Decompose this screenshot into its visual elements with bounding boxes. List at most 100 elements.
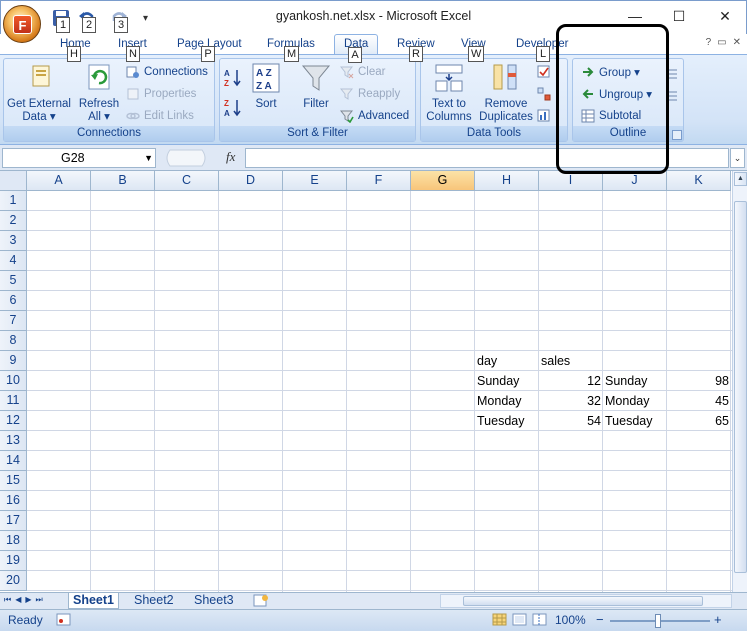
row-header-2[interactable]: 2: [0, 211, 27, 231]
what-if-analysis-button[interactable]: [537, 107, 551, 125]
row-header-8[interactable]: 8: [0, 331, 27, 351]
row-header-5[interactable]: 5: [0, 271, 27, 291]
vertical-scrollbar[interactable]: ▲: [732, 171, 747, 592]
cell-k12[interactable]: 65: [667, 411, 731, 431]
edit-links-button[interactable]: Edit Links: [126, 107, 194, 125]
clear-filter-button[interactable]: Clear: [339, 63, 385, 81]
row-header-1[interactable]: 1: [0, 191, 27, 211]
column-header-i[interactable]: I: [539, 171, 603, 191]
restore-workbook-icon[interactable]: ▭: [717, 37, 726, 48]
remove-duplicates-button[interactable]: Remove Duplicates: [477, 61, 535, 124]
cell-i11[interactable]: 32: [539, 391, 603, 411]
sort-z-to-a-button[interactable]: ZA: [224, 99, 242, 118]
cell-j12[interactable]: Tuesday: [603, 411, 667, 431]
sheet-tab-sheet3[interactable]: Sheet3: [190, 593, 238, 609]
close-button[interactable]: ✕: [711, 5, 739, 27]
row-header-16[interactable]: 16: [0, 491, 27, 511]
filter-button[interactable]: Filter: [296, 61, 336, 111]
row-header-6[interactable]: 6: [0, 291, 27, 311]
properties-button[interactable]: Properties: [126, 85, 196, 103]
connections-button[interactable]: Connections: [126, 63, 208, 81]
prev-sheet-icon[interactable]: ◀: [15, 595, 21, 605]
expand-formula-bar-button[interactable]: ⌄: [730, 148, 745, 168]
cell-h9[interactable]: day: [475, 351, 539, 371]
row-header-17[interactable]: 17: [0, 511, 27, 531]
first-sheet-icon[interactable]: ⏮: [4, 595, 11, 605]
horizontal-scroll-thumb[interactable]: [463, 596, 703, 606]
column-header-j[interactable]: J: [603, 171, 667, 191]
horizontal-scrollbar[interactable]: [440, 594, 732, 608]
data-validation-button[interactable]: [537, 63, 551, 81]
outline-dialog-launcher[interactable]: [672, 130, 682, 140]
last-sheet-icon[interactable]: ⏭: [36, 595, 43, 605]
row-header-3[interactable]: 3: [0, 231, 27, 251]
row-header-15[interactable]: 15: [0, 471, 27, 491]
column-header-a[interactable]: A: [27, 171, 91, 191]
column-header-f[interactable]: F: [347, 171, 411, 191]
cell-h11[interactable]: Monday: [475, 391, 539, 411]
name-box[interactable]: G28 ▼: [2, 148, 156, 168]
page-layout-view-icon[interactable]: [512, 613, 528, 630]
tab-page-layout[interactable]: Page Layout P: [177, 36, 242, 62]
select-all-corner[interactable]: [0, 171, 27, 191]
cell-i10[interactable]: 12: [539, 371, 603, 391]
cell-j11[interactable]: Monday: [603, 391, 667, 411]
tab-formulas[interactable]: Formulas M: [267, 36, 315, 62]
sheet-tab-sheet2[interactable]: Sheet2: [130, 593, 178, 609]
advanced-filter-button[interactable]: Advanced: [339, 107, 409, 125]
column-header-c[interactable]: C: [155, 171, 219, 191]
tab-view[interactable]: View W: [461, 36, 486, 62]
zoom-slider-thumb[interactable]: [655, 614, 661, 628]
refresh-all-button[interactable]: Refresh All ▾: [76, 61, 122, 124]
reapply-button[interactable]: Reapply: [339, 85, 400, 103]
column-header-d[interactable]: D: [219, 171, 283, 191]
cell-i12[interactable]: 54: [539, 411, 603, 431]
tab-review[interactable]: Review R: [397, 36, 435, 62]
tab-developer[interactable]: Developer L: [516, 36, 568, 62]
column-header-b[interactable]: B: [91, 171, 155, 191]
formula-input[interactable]: [245, 148, 729, 168]
row-header-14[interactable]: 14: [0, 451, 27, 471]
sort-a-to-z-button[interactable]: AZ: [224, 69, 242, 88]
row-header-19[interactable]: 19: [0, 551, 27, 571]
macro-record-icon[interactable]: [56, 613, 72, 630]
ungroup-button[interactable]: Ungroup ▾: [581, 85, 652, 103]
tab-home[interactable]: Home H: [60, 36, 91, 62]
group-button[interactable]: Group ▾: [581, 63, 640, 81]
row-header-12[interactable]: 12: [0, 411, 27, 431]
insert-function-button[interactable]: fx: [226, 149, 235, 165]
column-header-h[interactable]: H: [475, 171, 539, 191]
normal-view-icon[interactable]: [492, 613, 508, 630]
maximize-button[interactable]: ☐: [665, 5, 693, 27]
office-button[interactable]: F: [3, 5, 41, 43]
row-header-18[interactable]: 18: [0, 531, 27, 551]
row-header-4[interactable]: 4: [0, 251, 27, 271]
cell-k11[interactable]: 45: [667, 391, 731, 411]
tab-insert[interactable]: Insert N: [118, 36, 147, 62]
tab-data[interactable]: Data A: [334, 34, 379, 63]
minimize-button[interactable]: —: [621, 5, 649, 27]
scroll-up-icon[interactable]: ▲: [734, 172, 747, 186]
subtotal-button[interactable]: Subtotal: [581, 107, 641, 125]
cell-h10[interactable]: Sunday: [475, 371, 539, 391]
row-header-9[interactable]: 9: [0, 351, 27, 371]
sheet-tab-sheet1[interactable]: Sheet1: [68, 593, 119, 609]
cell-h12[interactable]: Tuesday: [475, 411, 539, 431]
help-icon[interactable]: ?: [706, 37, 712, 48]
column-header-g[interactable]: G: [411, 171, 475, 191]
close-workbook-icon[interactable]: ✕: [733, 37, 741, 48]
cell-j10[interactable]: Sunday: [603, 371, 667, 391]
vertical-scroll-thumb[interactable]: [734, 201, 747, 573]
row-header-11[interactable]: 11: [0, 391, 27, 411]
sort-button[interactable]: A Z Z A Sort: [248, 61, 284, 111]
column-header-e[interactable]: E: [283, 171, 347, 191]
zoom-out-icon[interactable]: −: [596, 612, 604, 627]
cell-k10[interactable]: 98: [667, 371, 731, 391]
cell-area[interactable]: day sales Sunday 12 Sunday 98 Monday 32 Monday 45…: [27, 191, 732, 592]
consolidate-button[interactable]: [537, 85, 551, 103]
zoom-level[interactable]: 100%: [555, 613, 586, 627]
cell-i9[interactable]: sales: [539, 351, 603, 371]
hide-detail-button[interactable]: [665, 87, 679, 105]
zoom-in-icon[interactable]: +: [714, 612, 722, 627]
column-header-k[interactable]: K: [667, 171, 731, 191]
